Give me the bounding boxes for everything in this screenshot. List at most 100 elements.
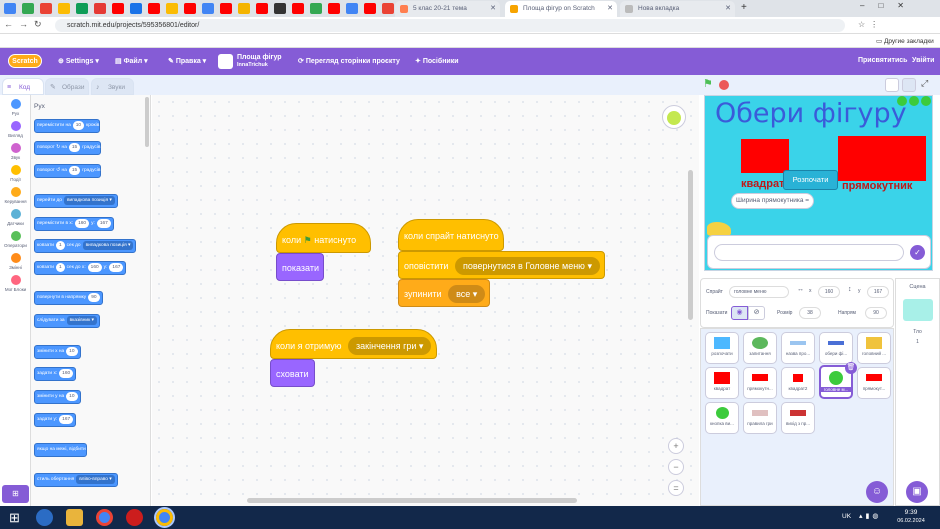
sprite-tile[interactable]: квадрат2 bbox=[781, 367, 815, 399]
block-glide-to-xy[interactable]: ковзати 1 сек до x: 160 y: 167 bbox=[34, 261, 127, 275]
youtube-tab-icon[interactable] bbox=[256, 3, 268, 14]
block-input[interactable]: 1 bbox=[55, 241, 65, 250]
block-glide-to[interactable]: ковзати 1 сек до випадкова позиція ▾ bbox=[34, 239, 137, 253]
block-dropdown[interactable]: вліво-вправо ▾ bbox=[76, 475, 115, 484]
hide-block[interactable]: сховати bbox=[270, 359, 315, 387]
category-operators[interactable]: Оператори bbox=[0, 231, 31, 248]
sprite-tile[interactable]: розпочати bbox=[705, 332, 739, 364]
close-icon[interactable] bbox=[921, 96, 931, 106]
sprite-tile[interactable]: обери фі... bbox=[819, 332, 853, 364]
zoom-in-button[interactable]: + bbox=[668, 438, 684, 454]
start-icon[interactable]: ⊞ bbox=[6, 509, 23, 526]
block-input[interactable]: 160 bbox=[75, 219, 90, 228]
receive-dropdown[interactable]: закінчення гри ▾ bbox=[348, 337, 432, 355]
sprite-tile[interactable]: квадрат bbox=[705, 367, 739, 399]
project-author[interactable]: InnaTrichuk bbox=[237, 62, 268, 68]
pinned-tab-icon[interactable] bbox=[382, 3, 394, 14]
show-eye-icon[interactable]: ◉ bbox=[731, 306, 748, 320]
ie-icon[interactable] bbox=[36, 509, 53, 526]
see-project-page-button[interactable]: ⟳ Перегляд сторінки проєкту bbox=[298, 57, 400, 65]
category-control[interactable]: Керування bbox=[0, 187, 31, 204]
block-change-x[interactable]: змінити x на 10 bbox=[34, 345, 81, 359]
youtube-tab-icon[interactable] bbox=[328, 3, 340, 14]
block-input[interactable]: 10 bbox=[66, 347, 78, 356]
sprite-name-field[interactable]: головне меню bbox=[729, 286, 789, 298]
chrome-active-icon[interactable] bbox=[154, 507, 175, 528]
block-set-x[interactable]: задати x: 160 bbox=[34, 367, 77, 381]
tray-icons[interactable]: ▴▮◍ bbox=[859, 512, 881, 520]
tab-costumes[interactable]: ✎ Образи bbox=[45, 78, 89, 95]
close-icon[interactable]: ✕ bbox=[607, 1, 613, 17]
hide-eye-icon[interactable]: ⊘ bbox=[748, 306, 765, 320]
pinned-tab-icon[interactable] bbox=[22, 3, 34, 14]
block-input[interactable]: 160 bbox=[59, 369, 74, 378]
tutorials-button[interactable]: ✦ Посібники bbox=[415, 57, 459, 65]
browser-tab-active[interactable]: Площа фігур on Scratch ✕ bbox=[505, 1, 617, 17]
category-variables[interactable]: Змінні bbox=[0, 253, 31, 270]
category-looks[interactable]: Вигляд bbox=[0, 121, 31, 138]
close-icon[interactable]: ✕ bbox=[725, 1, 731, 17]
block-input[interactable]: 167 bbox=[59, 415, 74, 424]
y-field[interactable]: 167 bbox=[867, 286, 889, 298]
rectangle-sprite[interactable] bbox=[838, 136, 926, 181]
block-dropdown[interactable]: вказівник ▾ bbox=[66, 316, 97, 325]
pinned-tab-icon[interactable] bbox=[310, 3, 322, 14]
submit-answer-button[interactable]: ✓ bbox=[910, 245, 925, 260]
broadcast-dropdown[interactable]: повернутися в Головне меню ▾ bbox=[454, 257, 600, 275]
category-my-blocks[interactable]: Мої Блоки bbox=[0, 275, 31, 292]
block-go-to[interactable]: перейти до випадкова позиція ▾ bbox=[34, 194, 118, 208]
pinned-tab-icon[interactable] bbox=[130, 3, 142, 14]
sprite-tile[interactable]: запитання bbox=[743, 332, 777, 364]
sprite-tile[interactable]: правила гри bbox=[743, 402, 777, 434]
clock-date[interactable]: 06.02.2024 bbox=[893, 518, 929, 524]
youtube-tab-icon[interactable] bbox=[220, 3, 232, 14]
file-menu[interactable]: ▤ Файл ▾ bbox=[115, 57, 148, 65]
block-input[interactable]: 15 bbox=[68, 143, 81, 152]
size-field[interactable]: 38 bbox=[799, 307, 821, 319]
palette-scrollbar[interactable] bbox=[145, 97, 149, 147]
category-sensing[interactable]: Датчики bbox=[0, 209, 31, 226]
block-turn-left[interactable]: поворот ↺ на 15 градусів bbox=[34, 164, 102, 178]
edit-menu[interactable]: ✎ Правка ▾ bbox=[168, 57, 206, 65]
when-sprite-clicked-block[interactable]: коли спрайт натиснуто bbox=[398, 219, 504, 251]
browser-tab[interactable]: 5 клас 20-21 тема ✕ bbox=[395, 1, 500, 17]
window-controls[interactable]: –□✕ bbox=[860, 1, 918, 10]
pinned-tab-icon[interactable] bbox=[94, 3, 106, 14]
vertical-scrollbar[interactable] bbox=[688, 170, 693, 320]
add-extension-button[interactable]: ⊞ bbox=[2, 485, 29, 503]
youtube-tab-icon[interactable] bbox=[292, 3, 304, 14]
green-flag-icon[interactable]: ⚑ bbox=[703, 78, 713, 90]
language-indicator[interactable]: UK bbox=[842, 513, 851, 520]
stop-icon[interactable] bbox=[719, 80, 729, 90]
new-tab-button[interactable]: + bbox=[741, 2, 747, 14]
block-bounce[interactable]: якщо на межі, відбити bbox=[34, 443, 87, 457]
pinned-tab-icon[interactable] bbox=[4, 3, 16, 14]
scratch-logo[interactable]: Scratch bbox=[8, 54, 42, 68]
block-input[interactable]: 10 bbox=[72, 121, 85, 130]
youtube-tab-icon[interactable] bbox=[184, 3, 196, 14]
zoom-out-button[interactable]: − bbox=[668, 459, 684, 475]
block-dropdown[interactable]: випадкова позиція ▾ bbox=[63, 196, 115, 205]
large-stage-button[interactable] bbox=[902, 78, 916, 92]
chrome-icon[interactable] bbox=[96, 509, 113, 526]
pinned-tab-icon[interactable] bbox=[346, 3, 358, 14]
block-dropdown[interactable]: випадкова позиція ▾ bbox=[82, 241, 134, 250]
pinned-tab-icon[interactable] bbox=[76, 3, 88, 14]
clock-time[interactable]: 9:39 bbox=[898, 509, 924, 516]
close-icon[interactable]: ✕ bbox=[490, 1, 496, 17]
when-flag-clicked-block[interactable]: коли ⚑ натиснуто bbox=[276, 223, 371, 253]
block-change-y[interactable]: змінити y на 10 bbox=[34, 390, 81, 404]
small-stage-button[interactable] bbox=[885, 78, 899, 92]
block-input[interactable]: 160 bbox=[87, 263, 102, 272]
stage-canvas[interactable]: Обери фігуру квадрат прямокутник Розпоча… bbox=[704, 95, 933, 271]
youtube-tab-icon[interactable] bbox=[148, 3, 160, 14]
sprite-tile[interactable]: вихід з пр... bbox=[781, 402, 815, 434]
horizontal-scrollbar[interactable] bbox=[247, 498, 577, 503]
browser-tab[interactable]: Нова вкладка ✕ bbox=[620, 1, 735, 17]
sprite-tile[interactable]: головний ... bbox=[857, 332, 891, 364]
fullscreen-icon[interactable]: ⤢ bbox=[921, 78, 928, 89]
square-sprite[interactable] bbox=[741, 139, 789, 173]
youtube-tab-icon[interactable] bbox=[112, 3, 124, 14]
youtube-tab-icon[interactable] bbox=[364, 3, 376, 14]
delete-sprite-icon[interactable]: 🗑 bbox=[845, 362, 857, 374]
